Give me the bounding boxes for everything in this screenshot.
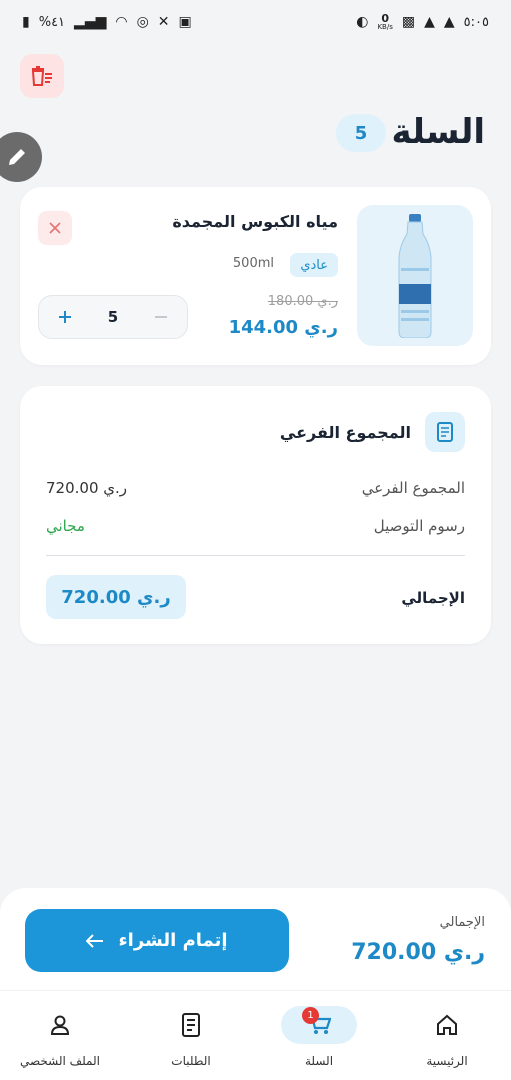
cart-active-indicator: 1 bbox=[281, 1006, 357, 1044]
speed-unit: KB/s bbox=[377, 23, 393, 31]
wifi-icon: ◠ bbox=[115, 14, 128, 30]
hotspot-icon: ◎ bbox=[136, 14, 149, 30]
remove-item-button[interactable] bbox=[38, 211, 72, 245]
battery-text: %٤١ bbox=[38, 14, 66, 30]
battery-icon: ▮ bbox=[22, 14, 30, 30]
total-value: 720.00 ر.ي bbox=[46, 575, 186, 619]
nav-item-profile[interactable]: الملف الشخصي bbox=[0, 1005, 120, 1068]
total-label: الإجمالي bbox=[401, 589, 465, 607]
mute-icon: ✕ bbox=[157, 14, 170, 30]
warning-icon: ▲ bbox=[424, 14, 435, 30]
discounted-price: 144.00 ر.ي bbox=[228, 317, 338, 338]
plus-icon bbox=[59, 311, 71, 323]
product-size: 500ml bbox=[232, 256, 274, 271]
image-icon: ▩ bbox=[401, 14, 416, 30]
cart-item-card: مياه الكبوس المجمدة عادي 500ml 180.00 ر.… bbox=[20, 187, 491, 365]
receipt-icon bbox=[425, 412, 465, 452]
checkout-total-value: 720.00 ر.ي bbox=[351, 940, 485, 965]
nav-item-home[interactable]: الرئيسية bbox=[387, 1005, 507, 1068]
summary-divider bbox=[46, 555, 465, 556]
delete-list-icon bbox=[31, 66, 52, 86]
bottom-navigation: الملف الشخصي الطلبات 1 السلة الرئيسية bbox=[0, 990, 511, 1080]
order-summary-card: المجموع الفرعي المجموع الفرعي 720.00 ر.ي… bbox=[20, 386, 491, 644]
minus-icon bbox=[155, 316, 167, 318]
product-image bbox=[357, 205, 473, 346]
checkout-total-label: الإجمالي bbox=[439, 915, 485, 930]
checkout-bar: الإجمالي 720.00 ر.ي إتمام الشراء bbox=[0, 888, 511, 990]
clock: ٥:٠٥ bbox=[463, 14, 489, 30]
nav-label-home: الرئيسية bbox=[426, 1054, 468, 1068]
recycle-icon: ▣ bbox=[178, 14, 192, 30]
delivery-fee-label: رسوم التوصيل bbox=[373, 517, 465, 535]
nav-label-profile: الملف الشخصي bbox=[20, 1054, 100, 1068]
warning-icon: ▲ bbox=[443, 14, 455, 30]
delivery-fee-value: مجاني bbox=[46, 517, 85, 535]
nav-item-cart[interactable]: 1 السلة bbox=[259, 1005, 379, 1068]
item-count-badge: 5 bbox=[336, 114, 386, 152]
product-type-tag: عادي bbox=[290, 253, 338, 277]
network-speed: 0 KB/s bbox=[377, 13, 392, 31]
nav-item-orders[interactable]: الطلبات bbox=[131, 1005, 251, 1068]
status-bar: ▮ %٤١ ▂▄▆ ◠ ◎ ✕ ▣ ◐ 0 KB/s ▩ ▲ ▲ ٥:٠٥ bbox=[0, 0, 511, 44]
checkout-button-label: إتمام الشراء bbox=[118, 930, 228, 951]
page-title: السلة bbox=[391, 112, 485, 152]
status-left: ▮ %٤١ ▂▄▆ ◠ ◎ ✕ ▣ bbox=[22, 15, 192, 30]
checkout-button[interactable]: إتمام الشراء bbox=[25, 909, 289, 972]
product-name: مياه الكبوس المجمدة bbox=[172, 212, 338, 231]
increase-quantity-button[interactable] bbox=[51, 303, 79, 331]
water-bottle-image bbox=[398, 213, 432, 338]
signal-icon: ▂▄▆ bbox=[74, 14, 107, 30]
cart-count-badge: 1 bbox=[302, 1007, 319, 1024]
quantity-value: 5 bbox=[107, 308, 119, 326]
notification-icon: ◐ bbox=[356, 14, 369, 30]
subtotal-value: 720.00 ر.ي bbox=[46, 479, 128, 497]
subtotal-label: المجموع الفرعي bbox=[361, 479, 465, 497]
home-icon bbox=[437, 1014, 457, 1035]
status-right: ◐ 0 KB/s ▩ ▲ ▲ ٥:٠٥ bbox=[356, 13, 489, 31]
original-price: 180.00 ر.ي bbox=[267, 294, 338, 309]
decrease-quantity-button[interactable] bbox=[147, 303, 175, 331]
close-icon bbox=[49, 222, 61, 234]
nav-label-orders: الطلبات bbox=[171, 1054, 211, 1068]
quantity-stepper: 5 bbox=[38, 295, 188, 339]
pencil-icon bbox=[9, 149, 25, 165]
receipt-list-icon bbox=[182, 1013, 200, 1037]
edit-fab[interactable] bbox=[0, 132, 42, 182]
nav-label-cart: السلة bbox=[304, 1054, 334, 1068]
clear-cart-button[interactable] bbox=[20, 54, 64, 98]
summary-title: المجموع الفرعي bbox=[279, 423, 411, 442]
person-icon bbox=[50, 1015, 70, 1035]
arrow-left-icon bbox=[86, 933, 104, 948]
